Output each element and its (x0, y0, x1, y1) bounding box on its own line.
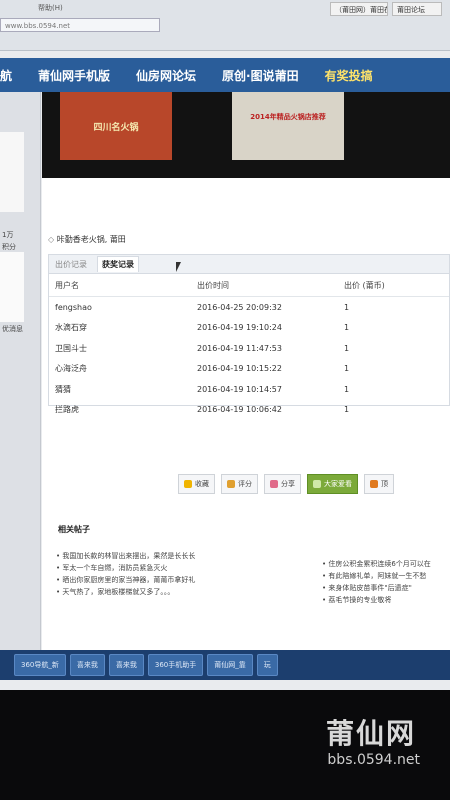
menu-help[interactable]: 帮助(H) (38, 3, 63, 13)
rate-label: 评分 (238, 480, 252, 488)
taskbar-item[interactable]: 喜来我 (108, 654, 144, 676)
tag-icon: ◇ (48, 235, 57, 244)
cell-price: 1 (344, 364, 350, 374)
address-bar[interactable]: www.bbs.0594.net (0, 18, 160, 32)
browser-tab-2[interactable]: 莆田论坛 (392, 2, 442, 16)
cell-time: 2016-04-19 11:47:53 (197, 343, 282, 353)
related-list-right: • 住房公积金累积连续6个月可以在 • 有此陪嫁礼单，阿妹就一生不愁 • 来身体… (322, 558, 450, 606)
cell-time: 2016-04-25 20:09:32 (197, 302, 282, 312)
tab-bid-history[interactable]: 出价记录 (55, 259, 87, 270)
poster-2-title: 2014年精品火锅店推荐 (250, 113, 326, 121)
upvote-button[interactable]: 顶 (364, 474, 394, 494)
cell-username[interactable]: 水滴石穿 (49, 318, 196, 339)
list-item[interactable]: • 住房公积金累积连续6个月可以在 (322, 558, 450, 570)
list-item[interactable]: • 荔毛节操的专业敬将 (322, 594, 450, 606)
screen: 帮助(H) （莆田网）莆田在线 莆田论坛 www.bbs.0594.net 航 … (0, 0, 450, 690)
favorite-button[interactable]: 收藏 (178, 474, 215, 494)
share-label: 分享 (281, 480, 295, 488)
thumb-icon (227, 480, 235, 488)
taskbar-item[interactable]: 莆仙网_靠 (207, 654, 253, 676)
star-icon (184, 480, 192, 488)
cell-price: 1 (344, 323, 350, 333)
sidebar-messages: 优消息 (2, 325, 23, 333)
poster-image-1[interactable]: 四川名火锅 (60, 92, 172, 160)
taskbar-item[interactable]: 360手机助手 (147, 654, 204, 676)
list-item[interactable]: • 天气热了，家地板楼梯就又多了。。。 (56, 586, 316, 598)
taskbar-item[interactable]: 360导航_新 (14, 654, 66, 676)
popular-button[interactable]: 大家爱看 (307, 474, 358, 494)
list-item[interactable]: • 军太一个车自燃，消防员紧急灭火 (56, 562, 316, 574)
list-item[interactable]: • 晒出你家厨房里的家当神器，莆莆币拿好礼 (56, 574, 316, 586)
share-button[interactable]: 分享 (264, 474, 301, 494)
table-row: 水滴石穿 2016-04-19 19:10:24 1 (49, 318, 449, 339)
arrow-up-icon (370, 480, 378, 488)
poster-1-title: 四川名火锅 (93, 123, 139, 133)
cell-username[interactable]: 猜猜 (49, 379, 196, 400)
cell-username[interactable]: 卫国斗士 (49, 338, 196, 359)
poster-image-2[interactable]: 2014年精品火锅店推荐 (232, 92, 344, 160)
nav-item-original[interactable]: 原创·图说莆田 (222, 67, 299, 84)
list-item[interactable]: • 来身体贴皮苗事件"后遗症" (322, 582, 450, 594)
sidebar-points-label: 积分 (2, 243, 16, 251)
left-sidebar: 1万 积分 优消息 (0, 92, 41, 652)
sidebar-card-2 (0, 252, 24, 322)
list-item[interactable]: • 我国加长款的林冒出来摆出，果然是长长长 (56, 550, 316, 562)
cell-time: 2016-04-19 10:14:57 (197, 384, 282, 394)
col-time: 出价时间 (196, 274, 343, 297)
cell-username[interactable]: fengshao (49, 297, 196, 318)
bid-tabs: 出价记录 获奖记录 (49, 255, 449, 274)
cell-time: 2016-04-19 10:15:22 (197, 364, 282, 374)
upvote-label: 顶 (381, 480, 388, 488)
cell-time: 2016-04-19 10:06:42 (197, 405, 282, 415)
related-list-left: • 我国加长款的林冒出来摆出，果然是长长长 • 军太一个车自燃，消防员紧急灭火 … (56, 550, 316, 598)
post-title-text: 咔勤香老火锅, 莆田 (56, 235, 126, 244)
table-row: 猜猜 2016-04-19 10:14:57 1 (49, 379, 449, 400)
mouse-cursor (176, 262, 181, 272)
sidebar-card (0, 132, 24, 212)
cell-username[interactable]: 拦路虎 (49, 400, 196, 421)
site-nav: 航 莆仙网手机版 仙房网论坛 原创·图说莆田 有奖投搞 (0, 58, 450, 92)
table-row: 拦路虎 2016-04-19 10:06:42 1 (49, 400, 449, 421)
browser-tab-1[interactable]: （莆田网）莆田在线 (330, 2, 388, 16)
cell-price: 1 (344, 343, 350, 353)
cell-time: 2016-04-19 19:10:24 (197, 323, 282, 333)
image-banner: 四川名火锅 2014年精品火锅店推荐 (42, 92, 450, 178)
popular-label: 大家爱看 (324, 480, 352, 488)
taskbar: 360导航_新 喜来我 喜来我 360手机助手 莆仙网_靠 玩 (0, 650, 450, 680)
related-title: 相关帖子 (58, 525, 90, 534)
table-row: fengshao 2016-04-25 20:09:32 1 (49, 297, 449, 318)
post-actions: 收藏 评分 分享 大家爱看 顶 (178, 474, 394, 494)
favorite-label: 收藏 (195, 480, 209, 488)
col-price: 出价 (莆币) (343, 274, 449, 297)
nav-item-home[interactable]: 航 (0, 67, 12, 84)
taskbar-item[interactable]: 喜来我 (69, 654, 105, 676)
table-row: 卫国斗士 2016-04-19 11:47:53 1 (49, 338, 449, 359)
taskbar-item[interactable]: 玩 (256, 654, 278, 676)
post-title: ◇ 咔勤香老火锅, 莆田 (48, 234, 126, 245)
list-item[interactable]: • 有此陪嫁礼单，阿妹就一生不愁 (322, 570, 450, 582)
cell-username[interactable]: 心海泛舟 (49, 359, 196, 380)
table-row: 心海泛舟 2016-04-19 10:15:22 1 (49, 359, 449, 380)
tab-prize-history[interactable]: 获奖记录 (97, 256, 139, 272)
rate-button[interactable]: 评分 (221, 474, 258, 494)
nav-item-forum[interactable]: 仙房网论坛 (136, 67, 196, 84)
heart-icon (270, 480, 278, 488)
col-username: 用户名 (49, 274, 196, 297)
sidebar-points: 1万 (2, 231, 14, 239)
cell-price: 1 (344, 384, 350, 394)
main-content: ◇ 咔勤香老火锅, 莆田 出价记录 获奖记录 用户名 出价时间 出价 (莆币) … (42, 178, 450, 658)
eye-icon (313, 480, 321, 488)
table-header: 用户名 出价时间 出价 (莆币) (49, 274, 449, 297)
cell-price: 1 (344, 405, 350, 415)
nav-item-submit[interactable]: 有奖投搞 (325, 67, 373, 84)
browser-chrome: 帮助(H) （莆田网）莆田在线 莆田论坛 www.bbs.0594.net (0, 0, 450, 51)
bid-panel: 出价记录 获奖记录 用户名 出价时间 出价 (莆币) fengshao 2016-… (48, 254, 450, 414)
nav-item-mobile[interactable]: 莆仙网手机版 (38, 67, 110, 84)
cell-price: 1 (344, 302, 350, 312)
watermark-logo: 莆仙网 (325, 717, 416, 750)
bid-table: 用户名 出价时间 出价 (莆币) fengshao 2016-04-25 20:0… (49, 274, 449, 420)
watermark-url: bbs.0594.net (327, 752, 420, 768)
